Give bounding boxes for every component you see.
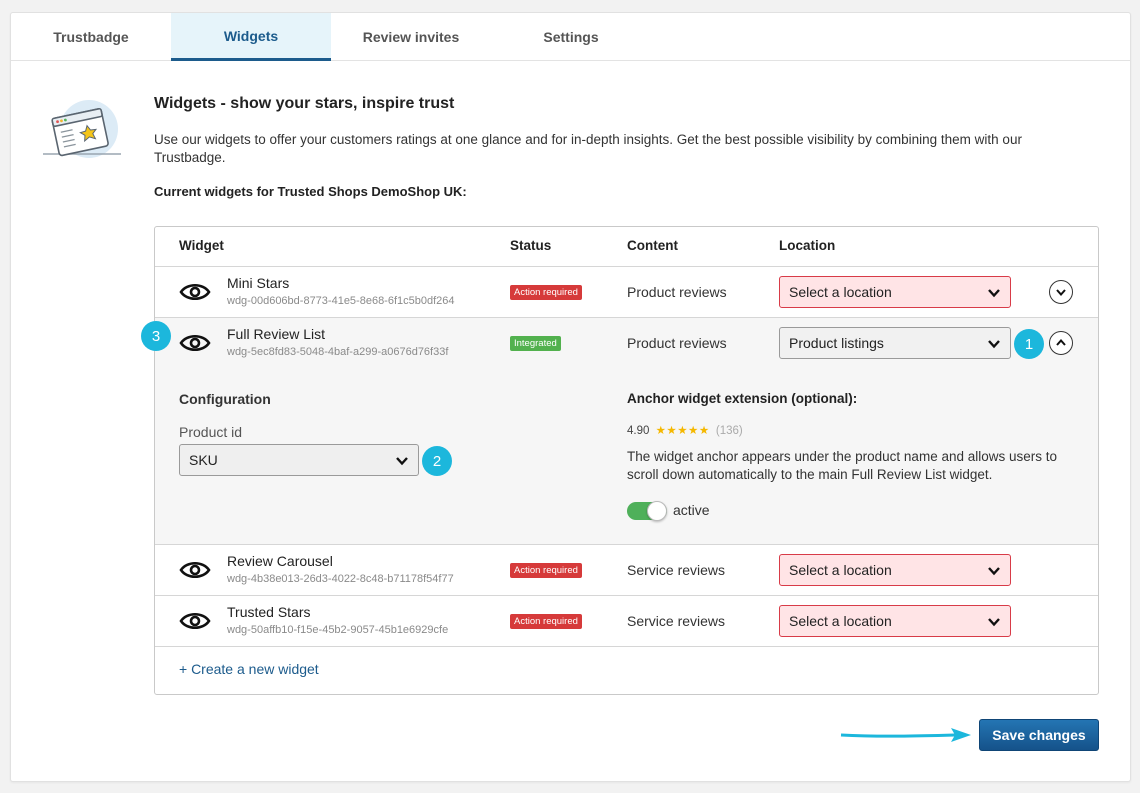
widget-id: wdg-4b38e013-26d3-4022-8c48-b71178f54f77 (227, 573, 454, 585)
expand-row-button[interactable] (1049, 280, 1073, 304)
anchor-active-toggle[interactable] (627, 501, 667, 521)
widget-id: wdg-50affb10-f15e-45b2-9057-45b1e6929cfe (227, 624, 449, 636)
widget-illustration-icon (43, 100, 121, 158)
status-badge: Action required (510, 563, 582, 578)
location-select[interactable]: Product listings (779, 327, 1011, 359)
toggle-knob (647, 501, 667, 521)
status-badge: Action required (510, 285, 582, 300)
location-select[interactable]: Select a location (779, 605, 1011, 637)
location-select-value: Select a location (789, 562, 892, 578)
arrow-right-icon (840, 728, 971, 742)
annotation-badge-3: 3 (141, 321, 171, 351)
product-id-label: Product id (179, 424, 243, 440)
table-row: Review Carousel wdg-4b38e013-26d3-4022-8… (155, 545, 1098, 596)
anchor-description: The widget anchor appears under the prod… (627, 449, 1058, 482)
page-title: Widgets - show your stars, inspire trust (154, 95, 455, 112)
eye-icon[interactable] (179, 281, 211, 303)
chevron-down-icon (988, 340, 1000, 349)
table-header: Widget Status Content Location (155, 227, 1098, 267)
rating-count: (136) (715, 425, 743, 437)
tab-review-invites[interactable]: Review invites (331, 13, 491, 61)
eye-icon[interactable] (179, 559, 211, 581)
save-changes-button[interactable]: Save changes (979, 719, 1099, 751)
chevron-down-icon (988, 289, 1000, 298)
tab-bar: Trustbadge Widgets Review invites Settin… (11, 13, 1130, 61)
status-badge: Action required (510, 614, 582, 629)
widget-id: wdg-00d606bd-8773-41e5-8e68-6f1c5b0df264 (227, 295, 455, 307)
toggle-label: active (673, 502, 710, 518)
chevron-down-icon (396, 457, 408, 466)
widget-id: wdg-5ec8fd83-5048-4baf-a299-a0676d76f33f (227, 346, 449, 358)
table-row: Mini Stars wdg-00d606bd-8773-41e5-8e68-6… (155, 267, 1098, 318)
product-id-select[interactable]: SKU (179, 444, 419, 476)
column-header-status: Status (510, 238, 552, 253)
create-widget-link[interactable]: + Create a new widget (179, 661, 319, 677)
location-select-value: Product listings (789, 335, 884, 351)
widget-name: Review Carousel (227, 553, 333, 569)
chevron-down-icon (1056, 289, 1066, 297)
tab-trustbadge[interactable]: Trustbadge (11, 13, 171, 61)
star-rating-icon: ★★★★★ (655, 425, 710, 437)
widget-name: Full Review List (227, 326, 326, 342)
column-header-widget: Widget (179, 238, 224, 253)
chevron-down-icon (988, 567, 1000, 576)
configuration-heading: Configuration (179, 391, 271, 407)
intro-text: Use our widgets to offer your customers … (154, 132, 1022, 165)
rating-preview: 4.90 ★★★★★ (136) (627, 423, 743, 437)
content-type: Service reviews (627, 562, 726, 578)
chevron-up-icon (1056, 338, 1066, 346)
tab-settings[interactable]: Settings (491, 13, 651, 61)
eye-icon[interactable] (179, 610, 211, 632)
column-header-content: Content (627, 238, 678, 253)
table-row: Trusted Stars wdg-50affb10-f15e-45b2-905… (155, 596, 1098, 647)
status-badge: Integrated (510, 336, 561, 351)
location-select[interactable]: Select a location (779, 276, 1011, 308)
table-row-expanded: Full Review List wdg-5ec8fd83-5048-4baf-… (155, 318, 1098, 545)
location-select-value: Select a location (789, 284, 892, 300)
widgets-panel: Trustbadge Widgets Review invites Settin… (10, 12, 1131, 782)
column-header-location: Location (779, 238, 836, 253)
product-id-value: SKU (189, 452, 218, 468)
widgets-table: Widget Status Content Location Mini Star… (154, 226, 1099, 695)
content-type: Service reviews (627, 613, 726, 629)
content-type: Product reviews (627, 335, 727, 351)
annotation-badge-1: 1 (1014, 329, 1044, 359)
annotation-badge-2: 2 (422, 446, 452, 476)
widget-name: Mini Stars (227, 275, 290, 291)
anchor-extension-heading: Anchor widget extension (optional): (627, 391, 858, 406)
location-select-value: Select a location (789, 613, 892, 629)
rating-value: 4.90 (627, 425, 650, 437)
widget-name: Trusted Stars (227, 604, 311, 620)
content-type: Product reviews (627, 284, 727, 300)
current-widgets-heading: Current widgets for Trusted Shops DemoSh… (154, 184, 467, 199)
tab-widgets[interactable]: Widgets (171, 13, 331, 61)
eye-icon[interactable] (179, 332, 211, 354)
collapse-row-button[interactable] (1049, 331, 1073, 355)
location-select[interactable]: Select a location (779, 554, 1011, 586)
chevron-down-icon (988, 618, 1000, 627)
